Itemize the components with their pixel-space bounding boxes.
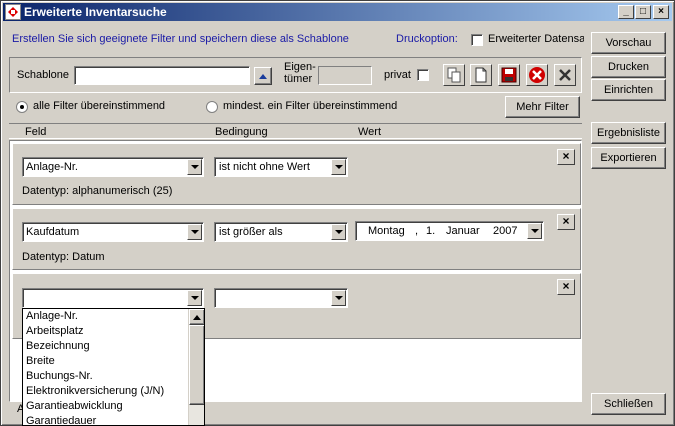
delete-circle-icon [529, 67, 545, 83]
window-title: Erweiterte Inventarsuche [24, 5, 167, 19]
dropdown-option[interactable]: Garantieabwicklung [23, 399, 187, 414]
hint-text: Erstellen Sie sich geeignete Filter und … [12, 33, 349, 45]
erweiterter-datensatz-label: Erweiterter Datensat [488, 33, 584, 45]
privat-label: privat [384, 69, 411, 81]
app-icon [5, 4, 21, 20]
save-disk-icon [501, 67, 517, 83]
cross-tool-icon [559, 69, 571, 81]
filter-3-feld-select[interactable] [22, 288, 204, 308]
arrow-up-icon [193, 314, 201, 320]
column-bedingung: Bedingung [215, 126, 268, 138]
save-template-button[interactable] [498, 64, 520, 86]
druckoption-label: Druckoption: [396, 33, 458, 45]
new-document-icon [475, 67, 487, 83]
copy-template-button[interactable] [443, 64, 465, 86]
arrow-up-icon [259, 74, 267, 79]
dropdown-option[interactable]: Anlage-Nr. [23, 309, 187, 324]
dropdown-option[interactable]: Garantiedauer [23, 414, 187, 425]
new-template-button[interactable] [470, 64, 492, 86]
exportieren-button[interactable]: Exportieren [591, 147, 666, 169]
cancel-button[interactable] [554, 64, 576, 86]
scroll-thumb[interactable] [189, 325, 204, 405]
filter-3-remove-button[interactable]: × [557, 279, 575, 295]
schablone-input[interactable] [74, 66, 250, 85]
filter-3-bedingung-select[interactable] [214, 288, 348, 308]
schliessen-button[interactable]: Schließen [591, 393, 666, 415]
minimize-button[interactable]: _ [618, 5, 634, 19]
filter-1-remove-button[interactable]: × [557, 149, 575, 165]
filter-2-bedingung-select[interactable]: ist größer als [214, 222, 348, 242]
dropdown-option[interactable]: Elektronikversicherung (J/N) [23, 384, 187, 399]
maximize-button[interactable]: □ [635, 5, 651, 19]
eigentuemer-label: Eigen-tümer [284, 61, 316, 85]
dropdown-option[interactable]: Buchungs-Nr. [23, 369, 187, 384]
filter-2-feld-select[interactable]: Kaufdatum [22, 222, 204, 242]
dropdown-option[interactable]: Bezeichnung [23, 339, 187, 354]
filter-1-feld-select[interactable]: Anlage-Nr. [22, 157, 204, 177]
copy-icon [447, 67, 461, 83]
filter-1-bedingung-select[interactable]: ist nicht ohne Wert [214, 157, 348, 177]
privat-checkbox[interactable] [417, 69, 429, 81]
dropdown-option[interactable]: Arbeitsplatz [23, 324, 187, 339]
mehr-filter-button[interactable]: Mehr Filter [505, 96, 580, 118]
einrichten-button[interactable]: Einrichten [591, 79, 666, 101]
scroll-up-button[interactable] [189, 309, 204, 325]
schablone-label: Schablone [17, 69, 69, 81]
column-header-row [9, 123, 582, 139]
drucken-button[interactable]: Drucken [591, 56, 666, 78]
column-wert: Wert [358, 126, 382, 138]
schablone-up-button[interactable] [254, 67, 272, 85]
eigentuemer-field [318, 66, 372, 85]
ergebnisliste-button[interactable]: Ergebnisliste [591, 122, 666, 144]
dropdown-option[interactable]: Breite [23, 354, 187, 369]
column-feld: Feld [25, 126, 47, 138]
dropdown-scrollbar[interactable] [188, 309, 204, 425]
erweiterter-datensatz-checkbox[interactable] [471, 34, 483, 46]
feld-dropdown-list[interactable]: Anlage-Nr. Arbeitsplatz Bezeichnung Breite B… [22, 308, 205, 426]
filter-2-date-picker[interactable]: Montag , 1. Januar 2007 [355, 221, 544, 241]
filter-1-datentyp: Datentyp: alphanumerisch (25) [22, 185, 173, 197]
filter-2-datentyp: Datentyp: Datum [22, 251, 105, 263]
radio-any-label: mindest. ein Filter übereinstimmend [223, 100, 398, 112]
title-bar[interactable]: Erweiterte Inventarsuche _ □ × [3, 3, 672, 21]
radio-all-label: alle Filter übereinstimmend [33, 100, 166, 112]
vorschau-button[interactable]: Vorschau [591, 32, 666, 54]
filter-2-remove-button[interactable]: × [557, 214, 575, 230]
radio-all-filters[interactable] [16, 101, 28, 113]
radio-any-filter[interactable] [206, 101, 218, 113]
delete-template-button[interactable] [526, 64, 548, 86]
close-window-button[interactable]: × [653, 5, 669, 19]
